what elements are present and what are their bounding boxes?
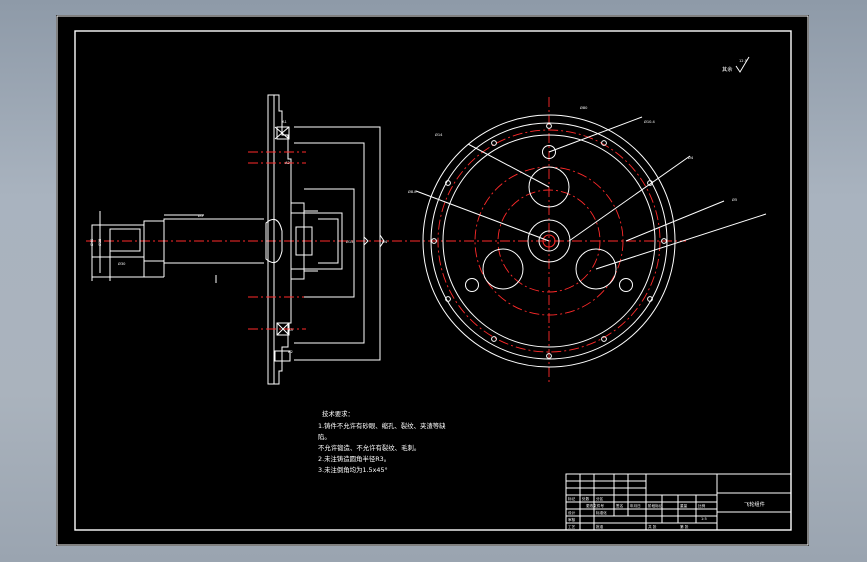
surface-symbol-label: 其余 xyxy=(722,65,733,73)
technical-requirements: 技术要求： 1.铸件不允许有砂眼、缩孔、裂纹、夹渣等缺 陷。 不允许锻造、不允许… xyxy=(318,409,446,474)
title-block-label-design: 设计 xyxy=(568,510,576,515)
shaft-diameter-label: Ø5 xyxy=(198,213,203,218)
tech-req-line-2: 陷。 xyxy=(318,432,331,441)
title-block-scale-value: 1:5 xyxy=(701,517,707,521)
title-block-label-total: 共 张 xyxy=(648,524,657,529)
right-dim-2: Ø4 xyxy=(382,239,388,244)
surface-roughness-symbol: 其余 12.5 xyxy=(722,56,750,73)
title-block-label-sheet: 第 张 xyxy=(680,524,689,529)
title-block-label-approve: 批准 xyxy=(596,524,604,529)
tech-req-title: 技术要求： xyxy=(322,409,354,418)
title-block-label-process: 工艺 xyxy=(568,524,576,529)
leader-label-3: Ø80 xyxy=(580,105,588,110)
cad-viewport[interactable]: 其余 12.5 Ø5 Ø40 Ø35 Ø30 Ø15 Ø4 A1 A2 A3 B… xyxy=(0,0,867,562)
leader-6 xyxy=(595,213,767,270)
small-hole-3 xyxy=(619,278,633,292)
title-block[interactable]: 标记 处数 分区 更改文件号 签名 年月日 设计 标准化 审核 工艺 批准 阶段… xyxy=(565,473,792,531)
sheet-border xyxy=(56,15,809,546)
title-block-part-name: 飞轮组件 xyxy=(744,500,765,508)
leader-1 xyxy=(467,143,550,188)
leader-4 xyxy=(568,155,691,242)
leader-label-5: Ø4 xyxy=(688,155,694,160)
title-block-label-zone: 分区 xyxy=(596,496,604,501)
title-block-label-standard: 标准化 xyxy=(596,510,607,515)
leader-label-1: Ø14 xyxy=(435,132,443,137)
drawing-sheet[interactable]: 其余 12.5 Ø5 Ø40 Ø35 Ø30 Ø15 Ø4 A1 A2 A3 B… xyxy=(56,15,809,546)
left-dim-1: Ø40 xyxy=(89,238,94,246)
leader-label-2: Ø8.8 xyxy=(408,189,417,194)
flange-label-a1: A1 xyxy=(282,120,287,124)
leader-label-6: Ø5 xyxy=(732,197,737,202)
title-block-label-scale: 比例 xyxy=(698,503,706,508)
tech-req-line-4: 2.未注铸造圆角半径R3。 xyxy=(318,454,390,463)
leader-3 xyxy=(548,116,643,153)
title-block-label-review: 审核 xyxy=(568,517,576,522)
tech-req-line-5: 3.未注倒角均为1.5x45° xyxy=(318,465,388,474)
small-hole-2 xyxy=(465,278,479,292)
title-block-label-stage: 阶段标记 xyxy=(648,503,663,508)
title-block-label-sign: 签名 xyxy=(616,503,624,508)
title-block-label-date: 年月日 xyxy=(630,503,641,508)
leader-label-4: Ø10.4 xyxy=(644,119,656,124)
side-section-view[interactable]: Ø5 Ø40 Ø35 Ø30 Ø15 Ø4 A1 A2 A3 B2 xyxy=(86,94,686,385)
title-block-label-doc: 更改文件号 xyxy=(586,503,604,508)
flange-label-b2: B2 xyxy=(288,350,293,354)
flange-label-a2: A2 xyxy=(285,161,290,165)
tech-req-line-1: 1.铸件不允许有砂眼、缩孔、裂纹、夹渣等缺 xyxy=(318,421,446,430)
left-dim-2: Ø35 xyxy=(97,239,102,246)
title-block-label-mark: 标记 xyxy=(568,496,576,501)
left-dim-3: Ø30 xyxy=(118,261,126,266)
leader-2 xyxy=(415,190,550,242)
right-dim-1: Ø15 xyxy=(346,239,353,244)
title-block-label-count: 处数 xyxy=(582,496,590,501)
drawing-frame xyxy=(74,30,792,531)
flange-label-a3: A3 xyxy=(288,328,293,332)
tech-req-line-3: 不允许锻造、不允许有裂纹、毛刺。 xyxy=(318,443,420,452)
title-block-label-weight: 重量 xyxy=(680,503,688,508)
large-hole-left xyxy=(482,248,524,290)
